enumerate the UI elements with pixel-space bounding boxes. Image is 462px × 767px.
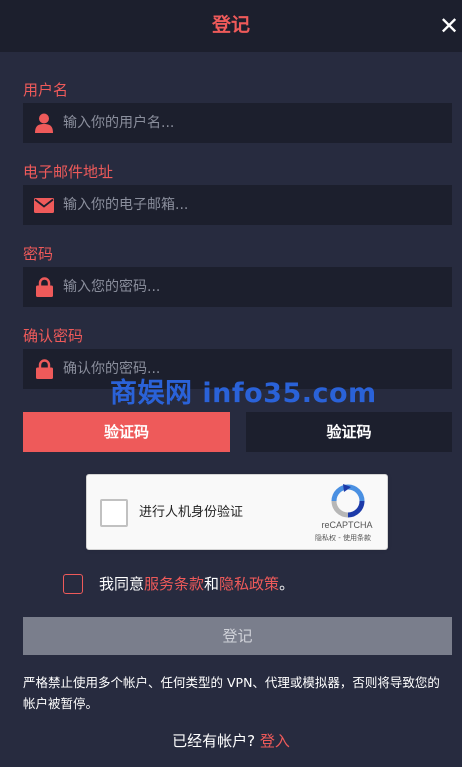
page-title: 登记: [211, 14, 250, 36]
close-icon[interactable]: ✕: [436, 12, 462, 40]
verify-code-tab[interactable]: 验证码: [246, 412, 452, 452]
password-label: 密码: [23, 245, 54, 263]
username-field-wrap: [23, 103, 452, 143]
recaptcha-links[interactable]: 隐私权 - 使用条款: [303, 533, 383, 543]
agree-suffix: 。: [279, 575, 295, 593]
email-label: 电子邮件地址: [23, 163, 114, 181]
terms-link[interactable]: 服务条款: [144, 575, 204, 593]
watermark-text: 商娱网 info35.com: [110, 378, 377, 409]
user-icon: [33, 103, 55, 143]
envelope-icon: [33, 185, 55, 225]
password-input[interactable]: [63, 267, 448, 307]
username-input[interactable]: [63, 103, 448, 143]
agree-prefix: 我同意: [99, 575, 145, 593]
username-label: 用户名: [23, 81, 69, 99]
login-question: 已经有帐户?: [172, 732, 256, 750]
login-prompt: 已经有帐户? 登入: [0, 730, 462, 752]
lock-icon: [33, 267, 55, 307]
email-field-wrap: [23, 185, 452, 225]
agree-checkbox[interactable]: [63, 574, 83, 594]
login-link[interactable]: 登入: [260, 732, 290, 750]
recaptcha-label: 进行人机身份验证: [139, 505, 244, 520]
recaptcha-brand: reCAPTCHA: [321, 520, 373, 530]
email-input[interactable]: [63, 185, 448, 225]
confirm-password-label: 确认密码: [23, 327, 84, 345]
lock-icon: [33, 349, 55, 389]
password-field-wrap: [23, 267, 452, 307]
recaptcha-logo-icon: [331, 484, 365, 518]
verify-code-tab-active[interactable]: 验证码: [23, 412, 230, 452]
agree-and: 和: [204, 575, 220, 593]
disclaimer-text: 严格禁止使用多个帐户、任何类型的 VPN、代理或模拟器，否则将导致您的帐户被暂停…: [23, 675, 440, 711]
recaptcha-widget: 进行人机身份验证 reCAPTCHA 隐私权 - 使用条款: [86, 474, 388, 550]
recaptcha-checkbox[interactable]: [100, 499, 128, 527]
agree-text: 我同意服务条款和隐私政策。: [99, 574, 294, 594]
register-submit-button[interactable]: 登记: [23, 617, 452, 655]
privacy-link[interactable]: 隐私政策: [219, 575, 279, 593]
